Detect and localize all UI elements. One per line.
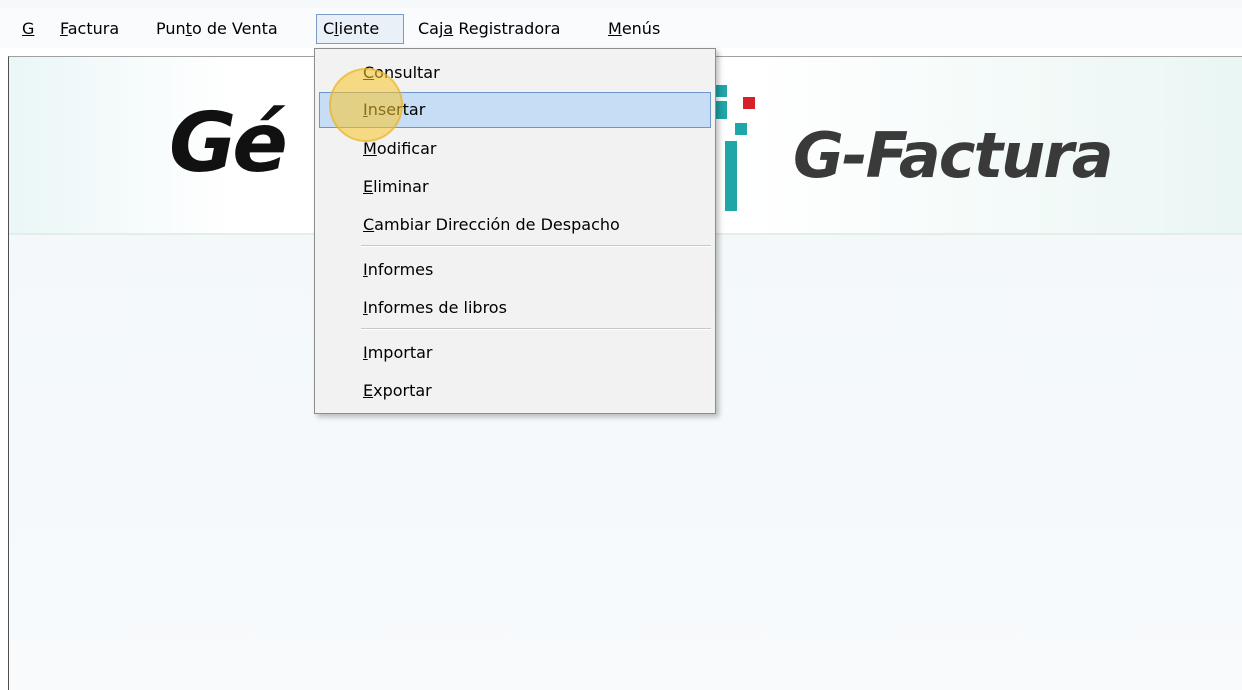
menu-item-informes[interactable]: Informes <box>319 252 711 288</box>
exportar-mnemonic: E <box>363 381 374 400</box>
menu-caja-mnemonic: a <box>443 19 454 38</box>
menu-caja-pre: Caj <box>418 19 444 38</box>
g-factura-logo: G-Factura <box>793 119 1114 192</box>
menu-factura[interactable]: Factura <box>54 14 125 44</box>
informes-label: nformes <box>367 260 434 279</box>
modificar-label: odificar <box>376 139 437 158</box>
menu-item-informes-libros[interactable]: Informes de libros <box>319 290 711 326</box>
eliminar-label: liminar <box>373 177 429 196</box>
exportar-label: xportar <box>373 381 432 400</box>
company-logo: Gé <box>169 96 288 191</box>
menu-separator <box>361 245 711 247</box>
informes-libros-label: nformes de libros <box>367 298 507 317</box>
menu-menus-label: enús <box>621 19 661 38</box>
menu-item-eliminar[interactable]: Eliminar <box>319 169 711 205</box>
click-indicator <box>329 68 403 142</box>
menu-bar: G Factura Punto de Venta Cliente Caja Re… <box>0 8 1242 48</box>
cambiar-mnemonic: C <box>363 215 375 234</box>
menu-g-mnemonic: G <box>22 19 35 38</box>
menu-caja-registradora[interactable]: Caja Registradora <box>412 14 566 44</box>
window-top-strip <box>0 0 1242 8</box>
menu-menus-mnemonic: M <box>608 19 622 38</box>
menu-g[interactable]: G <box>16 14 40 44</box>
menu-factura-mnemonic: F <box>60 19 68 38</box>
menu-cliente-label: iente <box>338 19 380 38</box>
menu-factura-label: actura <box>67 19 120 38</box>
menu-caja-label: Registradora <box>453 19 561 38</box>
cambiar-label: ambiar Dirección de Despacho <box>374 215 620 234</box>
menu-item-importar[interactable]: Importar <box>319 335 711 371</box>
importar-label: mportar <box>367 343 433 362</box>
menu-cliente[interactable]: Cliente <box>316 14 404 44</box>
menu-punto-de-venta[interactable]: Punto de Venta <box>150 14 284 44</box>
eliminar-mnemonic: E <box>363 177 374 196</box>
menu-menus[interactable]: Menús <box>602 14 666 44</box>
menu-punto-label: o de Venta <box>191 19 278 38</box>
menu-cliente-pre: C <box>323 19 335 38</box>
menu-punto-pre: Pun <box>156 19 186 38</box>
menu-item-exportar[interactable]: Exportar <box>319 373 711 409</box>
menu-item-cambiar-direccion[interactable]: Cambiar Dirección de Despacho <box>319 207 711 243</box>
menu-separator <box>361 328 711 330</box>
